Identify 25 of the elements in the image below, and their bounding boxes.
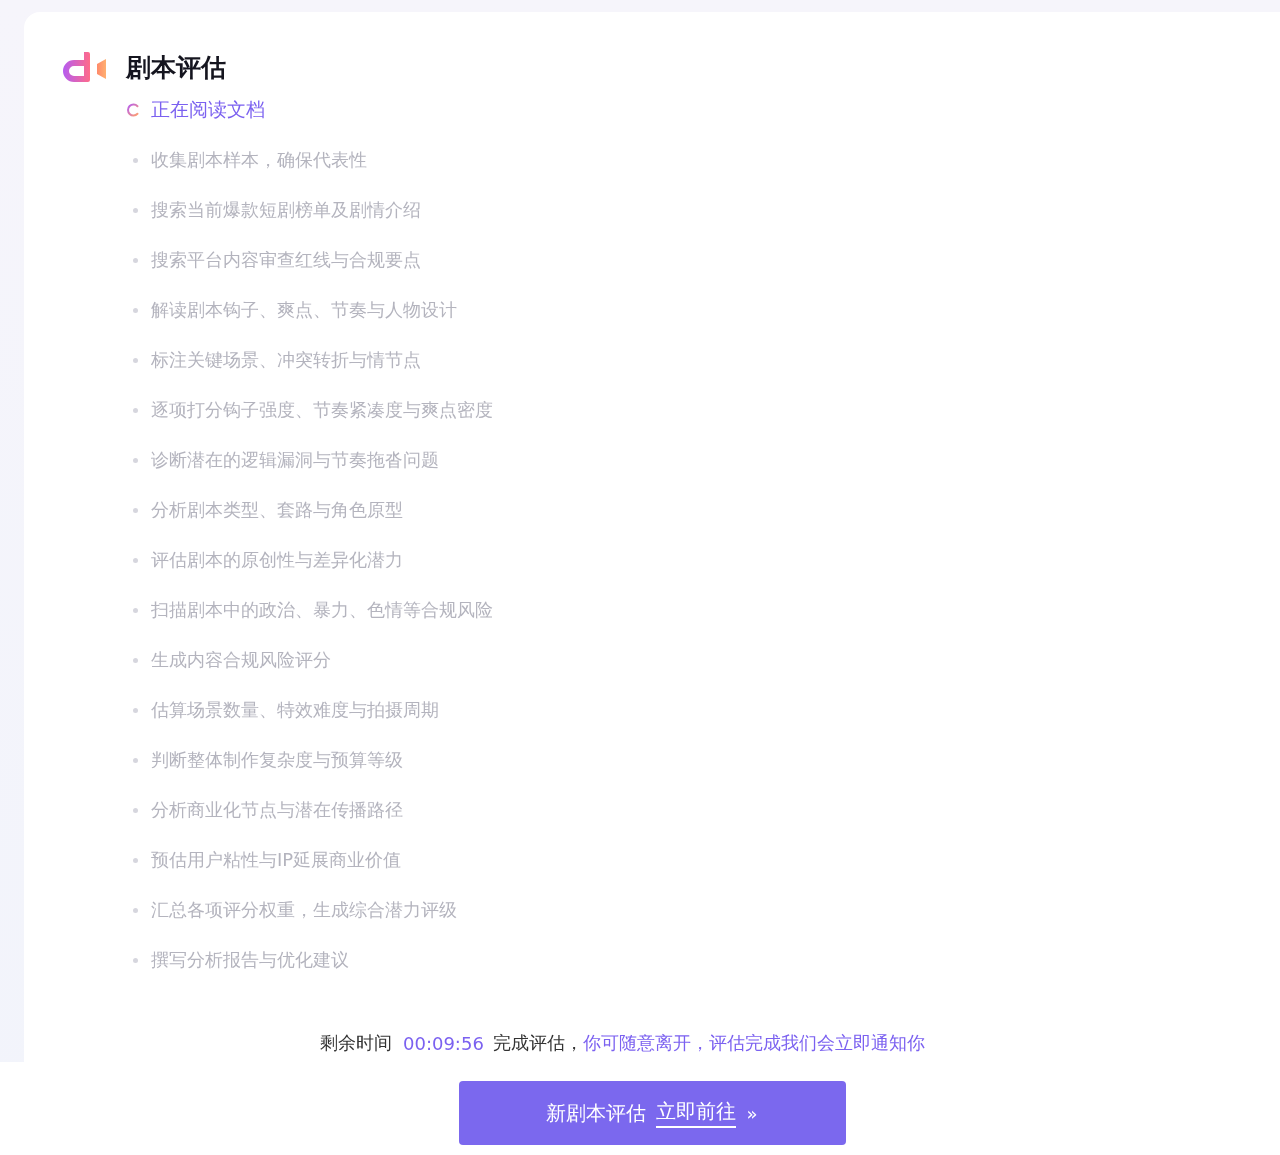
step-label: 解读剧本钩子、爽点、节奏与人物设计	[151, 298, 457, 322]
page-title: 剧本评估	[126, 51, 226, 84]
step-label: 判断整体制作复杂度与预算等级	[151, 748, 403, 772]
step-label: 撰写分析报告与优化建议	[151, 948, 349, 972]
step-label: 诊断潜在的逻辑漏洞与节奏拖沓问题	[151, 448, 439, 472]
logo-icon	[62, 51, 108, 83]
countdown-timer: 00:09:56	[403, 1032, 484, 1054]
step-label: 扫描剧本中的政治、暴力、色情等合规风险	[151, 598, 493, 622]
step-label: 收集剧本样本，确保代表性	[151, 148, 367, 172]
notice-text: 你可随意离开，评估完成我们会立即通知你	[582, 1031, 925, 1055]
step-label: 分析剧本类型、套路与角色原型	[151, 498, 403, 522]
step-label: 预估用户粘性与IP延展商业价值	[151, 848, 402, 872]
step-label: 生成内容合规风险评分	[151, 648, 331, 672]
step-label: 评估剧本的原创性与差异化潜力	[151, 548, 403, 572]
step-label: 搜索当前爆款短剧榜单及剧情介绍	[151, 198, 421, 222]
completion-text: 完成评估，	[492, 1031, 583, 1055]
new-evaluation-button[interactable]: 新剧本评估 立即前往 »	[458, 1081, 846, 1145]
step-label: 分析商业化节点与潜在传播路径	[151, 798, 403, 822]
step-label: 正在阅读文档	[151, 97, 265, 122]
step-label: 标注关键场景、冲突转折与情节点	[151, 348, 421, 372]
step-label: 逐项打分钩子强度、节奏紧凑度与爽点密度	[151, 398, 493, 422]
step-label: 估算场景数量、特效难度与拍摄周期	[151, 698, 439, 722]
remaining-time-label: 剩余时间	[320, 1031, 392, 1055]
step-label: 汇总各项评分权重，生成综合潜力评级	[151, 898, 457, 922]
step-label: 搜索平台内容审查红线与合规要点	[151, 248, 421, 272]
